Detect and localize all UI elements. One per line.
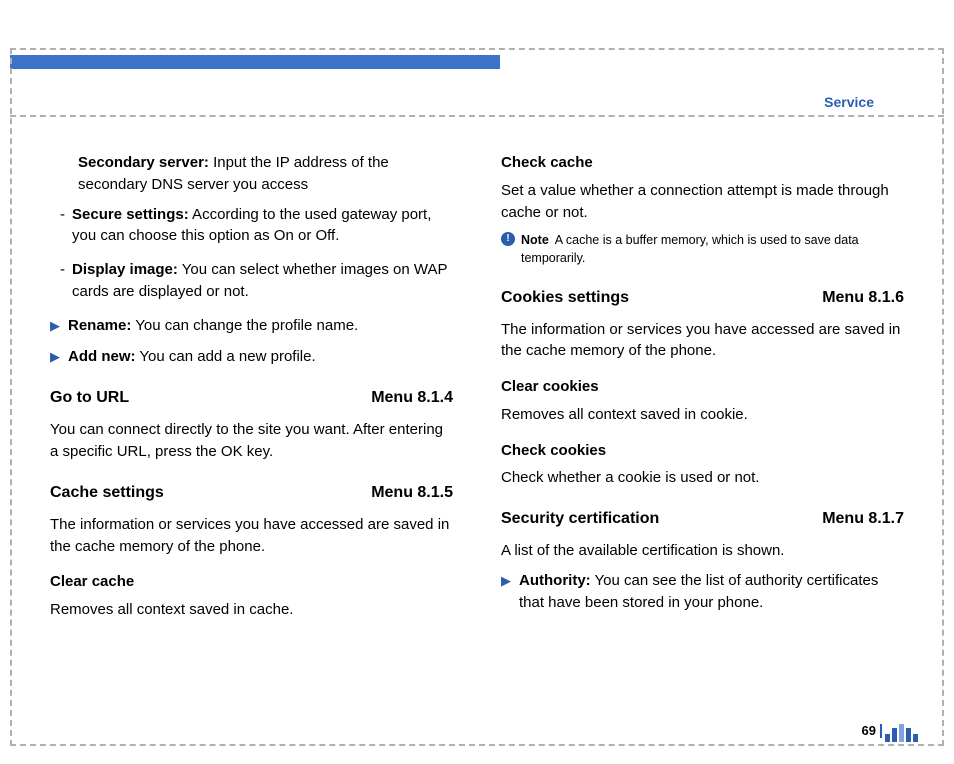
secondary-server-item: Secondary server: Input the IP address o…	[50, 152, 453, 196]
clear-cache-text: Removes all context saved in cache.	[50, 599, 453, 621]
note-label: Note	[521, 233, 549, 247]
display-image-label: Display image:	[72, 261, 178, 278]
security-title: Security certification	[501, 507, 659, 530]
check-cookies-text: Check whether a cookie is used or not.	[501, 467, 904, 489]
arrow-icon: ▶	[50, 346, 68, 368]
secondary-server-label: Secondary server:	[78, 154, 209, 171]
cache-settings-text: The information or services you have acc…	[50, 514, 453, 558]
check-cache-title: Check cache	[501, 152, 904, 174]
cookies-heading: Cookies settings Menu 8.1.6	[501, 286, 904, 309]
dash-icon: -	[60, 204, 72, 248]
addnew-text: You can add a new profile.	[136, 348, 316, 365]
note-text: A cache is a buffer memory, which is use…	[521, 233, 859, 265]
secure-settings-label: Secure settings:	[72, 206, 189, 223]
info-icon: !	[501, 232, 515, 246]
left-border	[10, 48, 12, 746]
arrow-icon: ▶	[501, 570, 519, 614]
goto-url-menu: Menu 8.1.4	[371, 386, 453, 409]
rename-label: Rename:	[68, 317, 131, 334]
cache-settings-title: Cache settings	[50, 481, 164, 504]
header-divider	[10, 115, 944, 117]
addnew-label: Add new:	[68, 348, 136, 365]
goto-url-heading: Go to URL Menu 8.1.4	[50, 386, 453, 409]
thumb-index-icon	[885, 724, 918, 742]
section-label: Service	[824, 94, 874, 110]
addnew-item: ▶ Add new: You can add a new profile.	[50, 346, 453, 368]
security-heading: Security certification Menu 8.1.7	[501, 507, 904, 530]
right-border	[942, 48, 944, 746]
left-column: Secondary server: Input the IP address o…	[50, 152, 453, 704]
note-row: ! NoteA cache is a buffer memory, which …	[501, 231, 904, 267]
page-number: 69	[862, 723, 876, 738]
check-cache-text: Set a value whether a connection attempt…	[501, 180, 904, 224]
top-border	[10, 48, 944, 50]
goto-url-title: Go to URL	[50, 386, 129, 409]
rename-text: You can change the profile name.	[131, 317, 358, 334]
header-accent-bar	[10, 55, 500, 69]
content-columns: Secondary server: Input the IP address o…	[50, 152, 904, 704]
right-column: Check cache Set a value whether a connec…	[501, 152, 904, 704]
cache-settings-menu: Menu 8.1.5	[371, 481, 453, 504]
security-menu: Menu 8.1.7	[822, 507, 904, 530]
display-image-item: - Display image: You can select whether …	[50, 259, 453, 303]
authority-label: Authority:	[519, 572, 591, 589]
rename-item: ▶ Rename: You can change the profile nam…	[50, 315, 453, 337]
clear-cookies-title: Clear cookies	[501, 376, 904, 398]
cookies-title: Cookies settings	[501, 286, 629, 309]
check-cookies-title: Check cookies	[501, 440, 904, 462]
dash-icon: -	[60, 259, 72, 303]
bottom-border	[10, 744, 944, 746]
cache-settings-heading: Cache settings Menu 8.1.5	[50, 481, 453, 504]
cookies-menu: Menu 8.1.6	[822, 286, 904, 309]
clear-cookies-text: Removes all context saved in cookie.	[501, 404, 904, 426]
cookies-text: The information or services you have acc…	[501, 319, 904, 363]
clear-cache-title: Clear cache	[50, 571, 453, 593]
security-text: A list of the available certification is…	[501, 540, 904, 562]
arrow-icon: ▶	[50, 315, 68, 337]
page-number-divider	[880, 724, 882, 738]
secure-settings-item: - Secure settings: According to the used…	[50, 204, 453, 248]
authority-item: ▶ Authority: You can see the list of aut…	[501, 570, 904, 614]
goto-url-text: You can connect directly to the site you…	[50, 419, 453, 463]
